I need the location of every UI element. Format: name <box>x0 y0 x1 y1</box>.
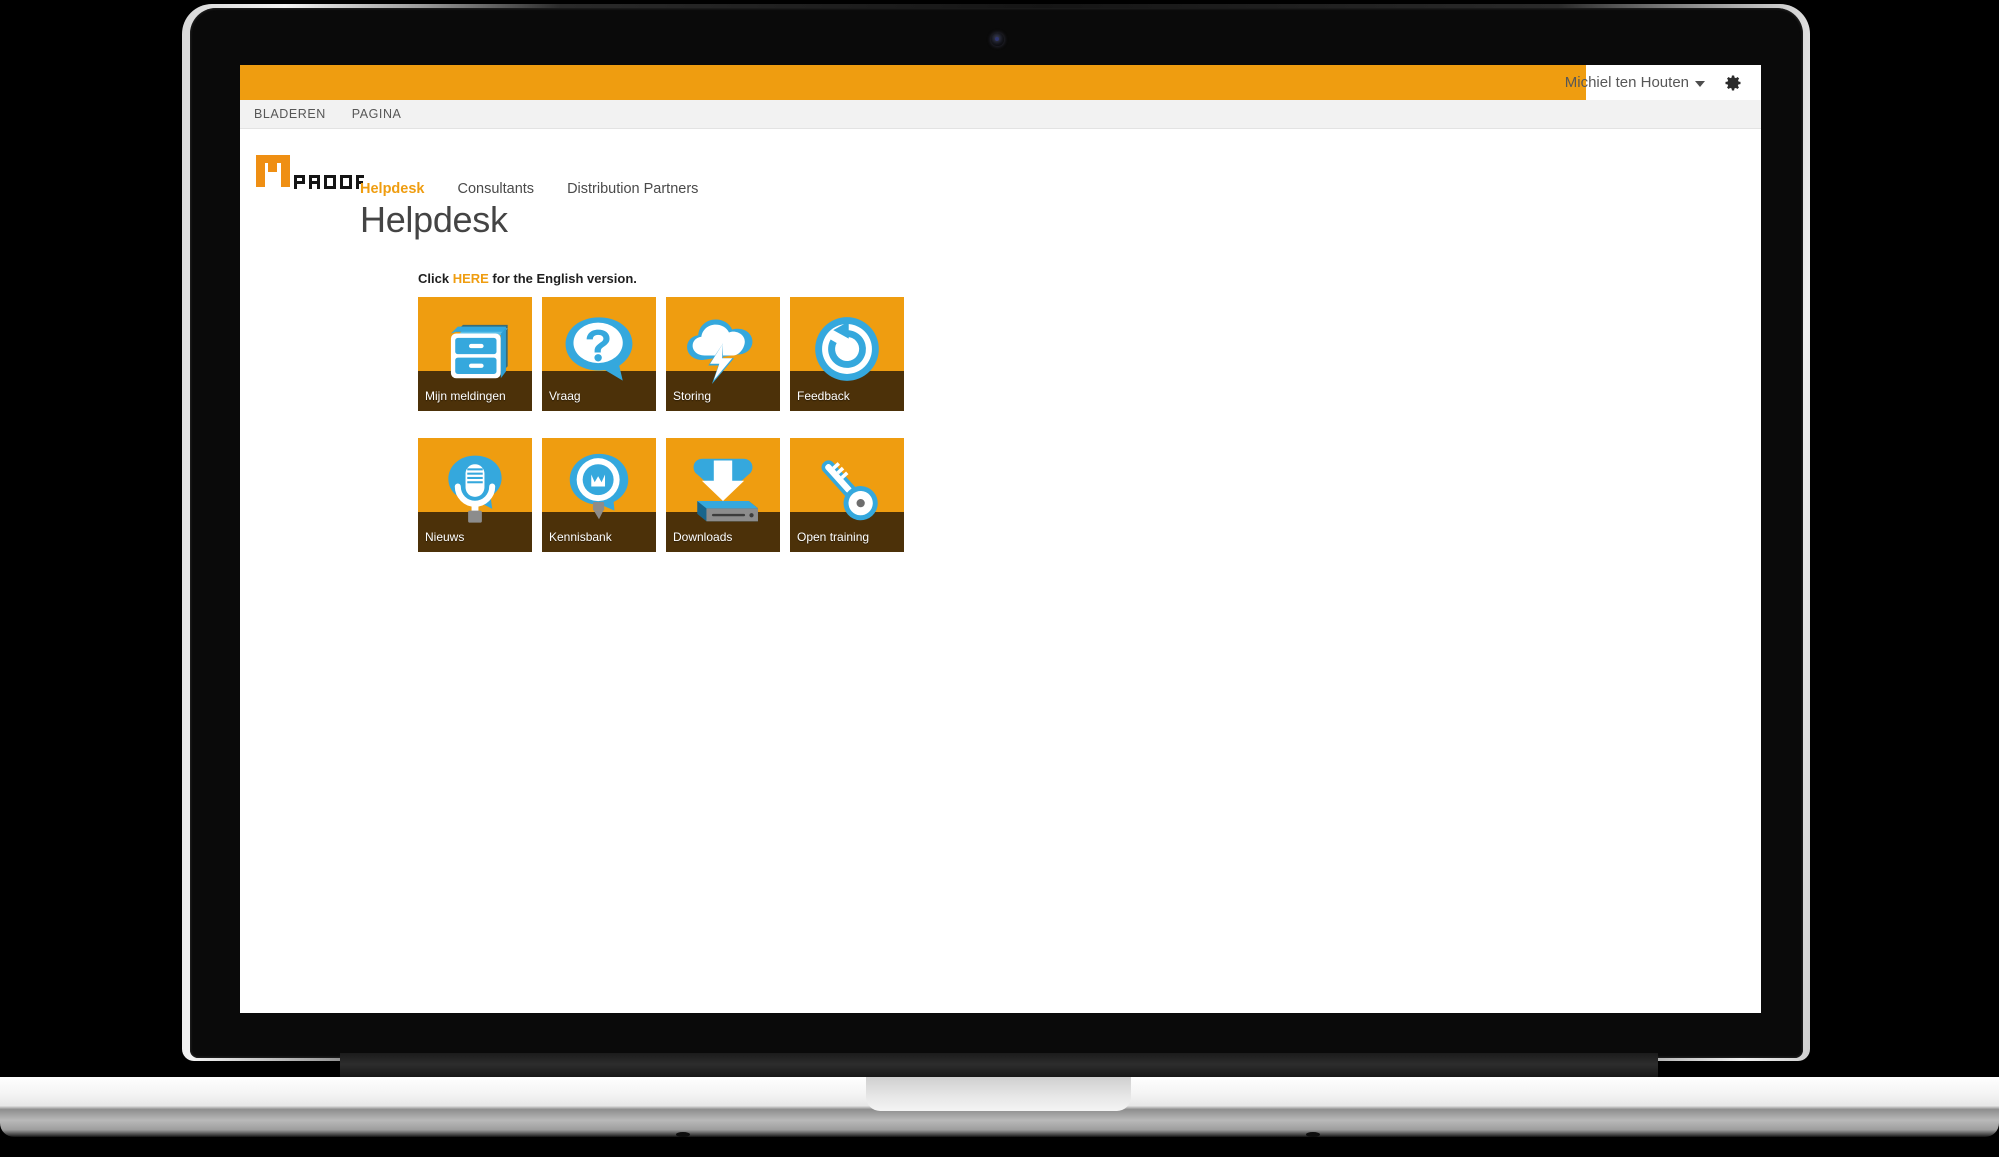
tile-label: Mijn meldingen <box>425 389 506 403</box>
suite-bar-actions: Michiel ten Houten <box>1565 65 1761 100</box>
user-name-label: Michiel ten Houten <box>1564 74 1689 91</box>
tile-feedback[interactable]: Feedback <box>790 297 904 411</box>
tile-open-training[interactable]: Open training <box>790 438 904 552</box>
nav-link-consultants[interactable]: Consultants <box>457 181 534 197</box>
tile-label: Nieuws <box>425 530 465 544</box>
tile-row-1: Mijn meldingen Vraag Storing Feedback <box>418 297 1761 411</box>
nav-link-helpdesk[interactable]: Helpdesk <box>360 181 424 197</box>
m-proof-logo[interactable] <box>254 153 364 197</box>
tile-kennisbank[interactable]: Kennisbank <box>542 438 656 552</box>
suite-bar: Michiel ten Houten <box>240 65 1761 100</box>
suite-bar-brand-strip <box>240 65 1586 100</box>
ribbon-tab-pagina[interactable]: PAGINA <box>352 107 402 121</box>
laptop-foot-left <box>676 1132 690 1137</box>
top-navigation: Helpdesk Consultants Distribution Partne… <box>360 181 698 197</box>
english-version-link[interactable]: HERE <box>453 271 489 286</box>
tile-mijn-meldingen[interactable]: Mijn meldingen <box>418 297 532 411</box>
laptop-foot-right <box>1306 1132 1320 1137</box>
tile-vraag[interactable]: Vraag <box>542 297 656 411</box>
english-version-note: Click HERE for the English version. <box>418 271 1761 286</box>
tile-row-2: Nieuws Kennisbank Downloads Open trainin… <box>418 438 1761 552</box>
webcam-icon <box>991 33 1004 46</box>
tile-storing[interactable]: Storing <box>666 297 780 411</box>
browser-screen: Michiel ten Houten BLADEREN PAGINA Helpd… <box>240 65 1761 1013</box>
english-note-before: Click <box>418 271 453 286</box>
gear-icon[interactable] <box>1723 73 1743 93</box>
tile-label: Feedback <box>797 389 850 403</box>
user-menu[interactable]: Michiel ten Houten <box>1565 74 1705 91</box>
tile-label: Vraag <box>549 389 581 403</box>
laptop-base-notch <box>866 1077 1131 1111</box>
ribbon-tab-bladeren[interactable]: BLADEREN <box>254 107 326 121</box>
ribbon-tab-bar: BLADEREN PAGINA <box>240 100 1761 129</box>
chevron-down-icon <box>1695 81 1705 87</box>
nav-link-distribution-partners[interactable]: Distribution Partners <box>567 181 698 197</box>
tile-label: Open training <box>797 530 870 544</box>
tile-downloads[interactable]: Downloads <box>666 438 780 552</box>
tile-label: Downloads <box>673 530 733 544</box>
tile-label: Storing <box>673 389 712 403</box>
site-header: Helpdesk Consultants Distribution Partne… <box>240 129 1761 240</box>
page-content: Click HERE for the English version. Mijn… <box>240 223 1761 552</box>
tile-nieuws[interactable]: Nieuws <box>418 438 532 552</box>
english-note-after: for the English version. <box>488 271 637 286</box>
tile-label: Kennisbank <box>549 530 612 544</box>
laptop-mockup: Michiel ten Houten BLADEREN PAGINA Helpd… <box>0 0 1999 1157</box>
